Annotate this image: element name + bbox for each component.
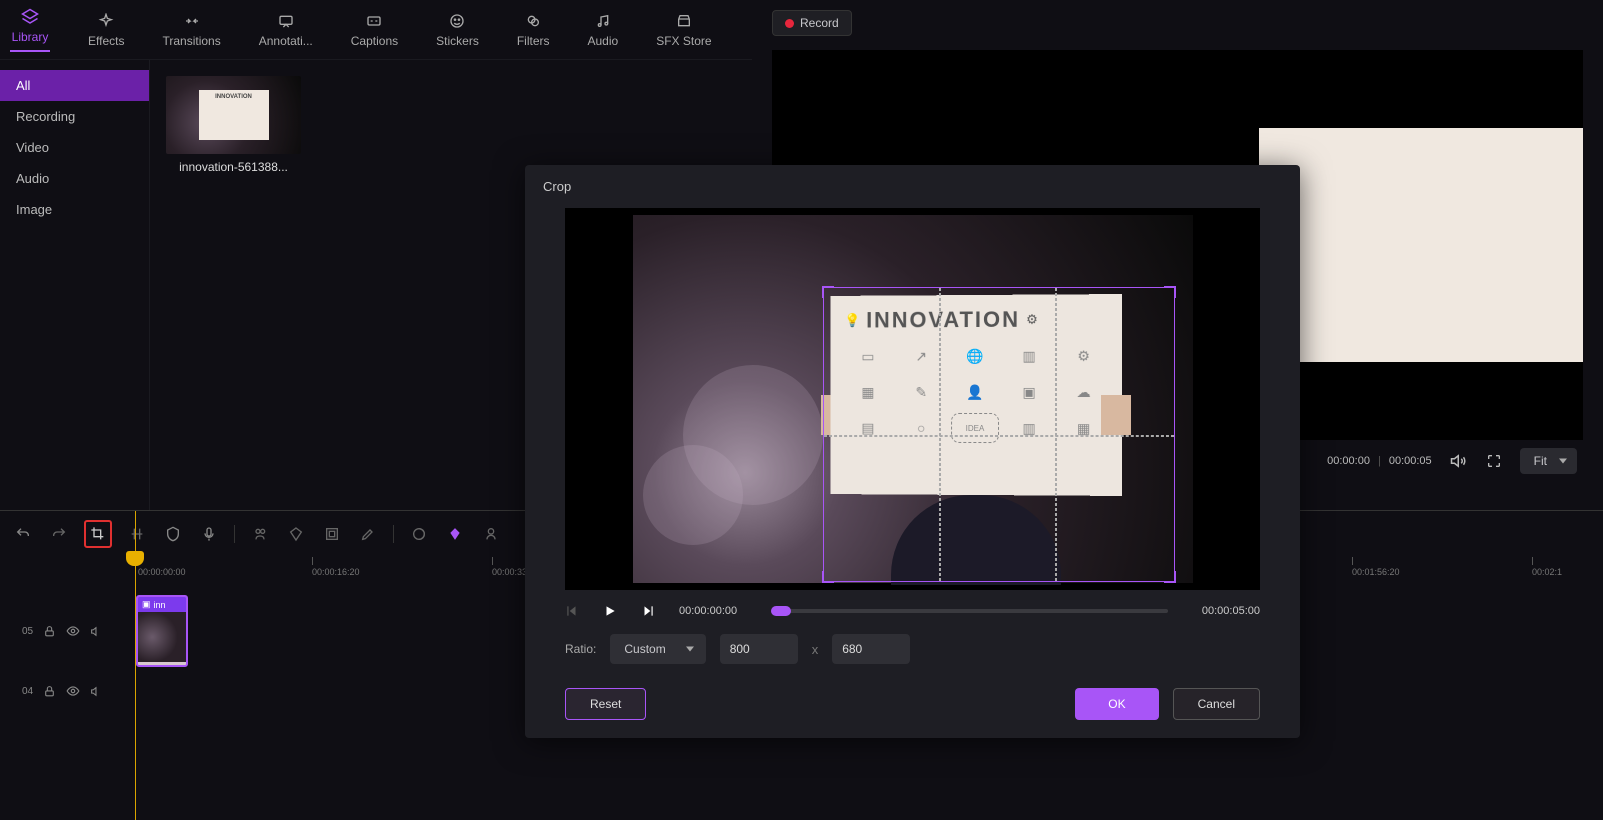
media-thumb[interactable]: INNOVATION innovation-561388... [166,76,301,174]
sidebar-item-all[interactable]: All [0,70,149,101]
crop-time-current: 00:00:00:00 [679,605,737,617]
audio-icon [594,12,612,30]
tab-filters[interactable]: Filters [517,12,550,48]
track-number: 05 [22,626,33,637]
tab-label: Captions [351,34,398,48]
cancel-button[interactable]: Cancel [1173,688,1260,720]
media-sidebar: All Recording Video Audio Image [0,60,150,510]
tab-captions[interactable]: Captions [351,12,398,48]
tab-label: SFX Store [656,34,711,48]
sticker-icon [448,12,466,30]
crop-preview-stage[interactable]: 💡 INNOVATION ⚙ ▭↗🌐▥⚙ ▦✎👤▣☁ ▤○IDEA▥▦ [565,208,1260,590]
mute-icon[interactable] [90,685,103,698]
tab-label: Annotati... [259,34,313,48]
tab-library[interactable]: Library [10,8,50,52]
person-icon[interactable] [480,523,502,545]
tab-annotations[interactable]: Annotati... [259,12,313,48]
next-frame-icon[interactable] [641,604,655,618]
crop-width-input[interactable] [720,634,798,664]
tab-label: Transitions [162,34,220,48]
record-button[interactable]: Record [772,10,852,36]
sidebar-item-recording[interactable]: Recording [0,101,149,132]
crop-time-total: 00:00:05:00 [1202,605,1260,617]
ruler-tick: 00:01:56:20 [1352,557,1400,577]
tabs-bar: Library Effects Transitions Annotati... … [0,0,752,60]
ruler-tick: 00:00:16:20 [312,557,360,577]
fit-label: Fit [1534,454,1547,468]
record-dot-icon [785,19,794,28]
frame-icon[interactable] [321,523,343,545]
ruler-tick: 00:00:00:00 [138,557,186,577]
tab-audio[interactable]: Audio [588,12,619,48]
preview-time-current: 00:00:00 [1327,455,1370,467]
mic-icon[interactable] [198,523,220,545]
sidebar-item-video[interactable]: Video [0,132,149,163]
tab-sfx-store[interactable]: SFX Store [656,12,711,48]
crop-progress-bar[interactable] [771,609,1168,613]
annotation-icon [277,12,295,30]
split-icon[interactable] [126,523,148,545]
shield-icon[interactable] [162,523,184,545]
tab-effects[interactable]: Effects [88,12,124,48]
filter-icon [524,12,542,30]
crop-dialog: Crop 💡 INNOVATION ⚙ ▭↗🌐▥⚙ ▦✎👤▣☁ ▤○IDEA▥▦ [525,165,1300,738]
track-number: 04 [22,686,33,697]
ok-button[interactable]: OK [1075,688,1158,720]
diamond-icon[interactable] [444,523,466,545]
layers-icon [21,8,39,26]
tab-label: Filters [517,34,550,48]
crop-icon[interactable] [84,520,112,548]
crop-height-input[interactable] [832,634,910,664]
redo-icon[interactable] [48,523,70,545]
clip-label: inn [154,600,166,610]
clip-image-icon: ▣ [142,599,151,610]
transition-icon [183,12,201,30]
cursor-tool-icon[interactable] [249,523,271,545]
thumb-label: innovation-561388... [166,160,301,174]
ruler-tick: 00:02:1 [1532,557,1562,577]
mute-icon[interactable] [90,625,103,638]
store-icon [675,12,693,30]
lock-icon[interactable] [43,625,56,638]
caption-icon [365,12,383,30]
eye-icon[interactable] [66,684,80,698]
play-icon[interactable] [603,604,617,618]
x-separator: x [812,642,819,657]
crop-selection-box[interactable] [823,287,1175,582]
preview-time-total: 00:00:05 [1389,455,1432,467]
marker-icon[interactable] [285,523,307,545]
ratio-value: Custom [624,642,665,656]
tab-label: Library [12,30,49,44]
undo-icon[interactable] [12,523,34,545]
fit-dropdown[interactable]: Fit [1520,448,1577,474]
tab-stickers[interactable]: Stickers [436,12,479,48]
tab-label: Effects [88,34,124,48]
color-icon[interactable] [408,523,430,545]
reset-button[interactable]: Reset [565,688,646,720]
prev-frame-icon[interactable] [565,604,579,618]
playhead-marker[interactable] [126,551,144,566]
record-label: Record [800,16,839,30]
ratio-label: Ratio: [565,642,596,656]
tab-transitions[interactable]: Transitions [162,12,220,48]
sparkle-icon [97,12,115,30]
ratio-dropdown[interactable]: Custom [610,634,705,664]
volume-icon[interactable] [1450,452,1468,470]
sidebar-item-image[interactable]: Image [0,194,149,225]
fullscreen-icon[interactable] [1486,453,1502,469]
thumb-poster-text: INNOVATION [215,94,252,100]
pen-icon[interactable] [357,523,379,545]
timeline-clip[interactable]: ▣inn [136,595,188,667]
crop-dialog-title: Crop [525,165,1300,208]
tab-label: Stickers [436,34,479,48]
lock-icon[interactable] [43,685,56,698]
sidebar-item-audio[interactable]: Audio [0,163,149,194]
eye-icon[interactable] [66,624,80,638]
tab-label: Audio [588,34,619,48]
